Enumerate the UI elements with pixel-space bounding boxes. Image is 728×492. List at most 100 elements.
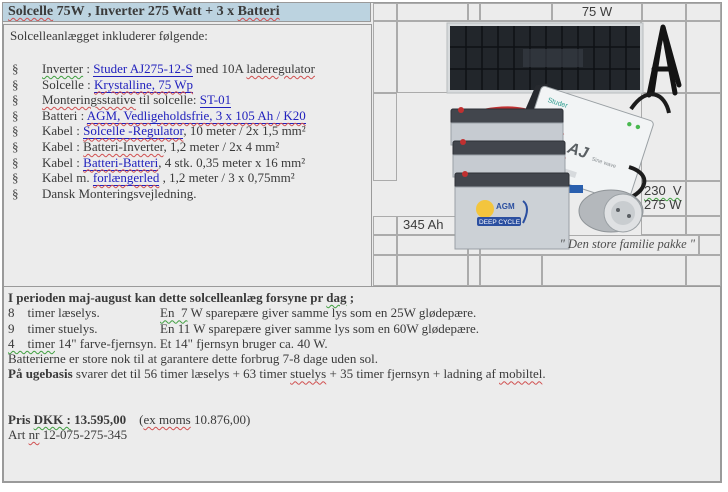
text-segment: En 7 <box>160 305 188 321</box>
text-segment: ex moms <box>143 411 191 427</box>
grid-cell <box>373 255 397 286</box>
panel-watt-label: 75 W <box>581 4 613 19</box>
text-segment: Batteri : <box>42 107 87 123</box>
link[interactable]: Batteri-Batteri <box>83 154 159 171</box>
article-number-line: Art nr 12-075-275-345 <box>8 427 716 442</box>
grid-cell <box>541 255 687 286</box>
text-segment: Batteri <box>237 4 280 19</box>
power-socket-icon <box>578 189 644 233</box>
text-segment: ; <box>346 290 355 305</box>
text-segment: , 1,2 meter / 3 x 0,75mm² <box>159 170 295 186</box>
solar-panel-icon <box>446 22 644 94</box>
text-segment: til solcelle: <box>135 92 200 108</box>
text-segment: Inverter <box>42 61 84 76</box>
text-segment: Kabel : <box>42 138 84 154</box>
list-bullet: § <box>12 76 19 92</box>
product-page: Solcelle 75W , Inverter 275 Watt + 3 x B… <box>0 0 728 492</box>
list-item: § Dansk Monteringsvejledning. <box>10 186 365 202</box>
list-bullet: § <box>12 92 19 108</box>
usage-line: 4 timer 14" farve-fjernsyn. Et 14" fjern… <box>8 336 716 351</box>
list-item-text: Batteri : AGM, Vedligeholdsfrie, 3 x 105… <box>42 107 306 124</box>
link[interactable]: Krystalline, 75 Wp <box>94 76 194 93</box>
svg-text:DEEP CYCLE: DEEP CYCLE <box>479 219 521 226</box>
text-segment: 12-075-275-345 <box>39 427 128 443</box>
text-segment: , 1,2 meter / 2x 4 mm² <box>163 138 280 154</box>
text-segment: W sparepære giver samme lys som en 25W g… <box>187 305 477 321</box>
text-segment: Pris <box>8 411 34 427</box>
list-item-text: Kabel : Solcelle -Regulator, 10 meter / … <box>42 123 306 140</box>
list-bullet: § <box>12 185 19 201</box>
output-watt-label: 275 W <box>644 197 682 212</box>
text-segment: Solcelle <box>8 4 54 19</box>
weekly-note: På ugebasis svarer det til 56 timer læse… <box>8 366 716 381</box>
usage-line: 9 timer stuelys. En 11 W sparepære giver … <box>8 321 716 336</box>
price-line: Pris DKK : 13.595,00 (ex moms 10.876,00) <box>8 412 716 427</box>
link[interactable]: Solcelle -Regulator <box>83 123 184 140</box>
text-segment: mobiltel <box>499 366 543 382</box>
usage-section: I perioden maj-august kan dette solcelle… <box>3 286 721 482</box>
list-bullet: § <box>12 123 19 139</box>
list-item-text: Inverter : Studer AJ275-12-S med 10A lad… <box>42 61 315 77</box>
panel-stand-icon <box>646 24 682 98</box>
link[interactable]: forlængerled <box>92 170 160 187</box>
battery-capacity-label: 345 Ah <box>403 217 444 232</box>
link[interactable]: Studer AJ275-12-S <box>93 61 193 77</box>
link[interactable]: AGM, Vedligeholdsfrie, 3 x 105 Ah / K20 <box>86 107 306 124</box>
list-item: § Kabel m. forlængerled , 1,2 meter / 3 x… <box>10 170 365 187</box>
text-segment: Kabel m. <box>42 170 93 186</box>
text-segment: 13.595,00 <box>70 411 127 427</box>
text-segment: Kabel : <box>42 154 84 170</box>
text-segment: DKK : <box>33 411 71 427</box>
document-sheet: Solcelle 75W , Inverter 275 Watt + 3 x B… <box>2 2 722 483</box>
text-segment: med 10A <box>192 61 247 76</box>
svg-text:AGM: AGM <box>496 202 515 211</box>
text-segment: I perioden maj-august kan dette solcelle… <box>8 290 327 305</box>
grid-cell <box>397 255 469 286</box>
text-segment: ( <box>126 411 144 427</box>
battery-note: Batterierne er store nok til at garanter… <box>8 351 378 367</box>
list-bullet: § <box>12 138 19 154</box>
list-item-text: Kabel : Batteri-Inverter, 1,2 meter / 2x… <box>42 139 279 155</box>
list-bullet: § <box>12 107 19 123</box>
text-segment: Monteringsstative <box>42 92 136 108</box>
list-item-text: Dansk Monteringsvejledning. <box>42 186 197 202</box>
package-list: § Inverter : Studer AJ275-12-S med 10A la… <box>10 61 365 201</box>
usage-heading: I perioden maj-august kan dette solcelle… <box>8 290 716 305</box>
text-segment: dag <box>326 290 347 305</box>
text-segment: 4 timer <box>8 335 55 351</box>
package-description-box: Solcelleanlægget inkluderer følgende: § I… <box>3 24 372 287</box>
list-item-text: Kabel m. forlængerled , 1,2 meter / 3 x … <box>42 170 295 187</box>
list-item: § Batteri : AGM, Vedligeholdsfrie, 3 x 10… <box>10 107 365 124</box>
grid-cell <box>479 255 543 286</box>
text-segment: 10.876,00) <box>190 411 251 427</box>
list-item-text: Kabel : Batteri-Batteri, 4 stk. 0,35 met… <box>42 154 305 171</box>
text-segment: Batteri-Inverter <box>83 138 164 154</box>
text-segment: laderegulator <box>246 61 315 76</box>
package-tagline: " Den store familie pakke " <box>559 237 695 251</box>
text-segment: Kabel : <box>42 123 84 139</box>
text-segment: En 11 W sparepære giver samme lys som en… <box>160 320 480 336</box>
list-item: § Inverter : Studer AJ275-12-S med 10A la… <box>10 61 365 77</box>
text-segment: svarer det til 56 timer læselys + 63 tim… <box>72 366 291 382</box>
list-item: § Kabel : Batteri-Batteri, 4 stk. 0,35 me… <box>10 154 365 171</box>
list-item: § Kabel : Batteri-Inverter, 1,2 meter / 2… <box>10 139 365 155</box>
page-title: Solcelle 75W , Inverter 275 Watt + 3 x B… <box>3 3 371 22</box>
text-segment: + 35 timer fjernsyn + ladning af <box>326 366 500 382</box>
text-segment: Solcelle : <box>42 76 94 92</box>
link[interactable]: ST-01 <box>199 92 232 109</box>
list-bullet: § <box>12 170 19 186</box>
list-item-text: Monteringsstative til solcelle: ST-01 <box>42 92 232 109</box>
list-item: § Monteringsstative til solcelle: ST-01 <box>10 92 365 109</box>
list-item-text: Solcelle : Krystalline, 75 Wp <box>42 76 194 93</box>
text-segment: , 10 meter / 2x 1,5 mm² <box>183 123 306 139</box>
text-segment: Art <box>8 427 29 443</box>
battery-stack-icon: AGM DEEP CYCLE <box>450 107 570 250</box>
grid-cell <box>685 255 721 286</box>
usage-lines: 8 timer læselys. En 7 W sparepære giver s… <box>8 305 716 351</box>
text-segment: nr <box>28 427 40 443</box>
text-segment: Dansk Monteringsvejledning. <box>42 185 197 201</box>
list-bullet: § <box>12 61 19 76</box>
list-item: § Solcelle : Krystalline, 75 Wp <box>10 76 365 93</box>
text-segment: På ugebasis <box>8 366 73 382</box>
